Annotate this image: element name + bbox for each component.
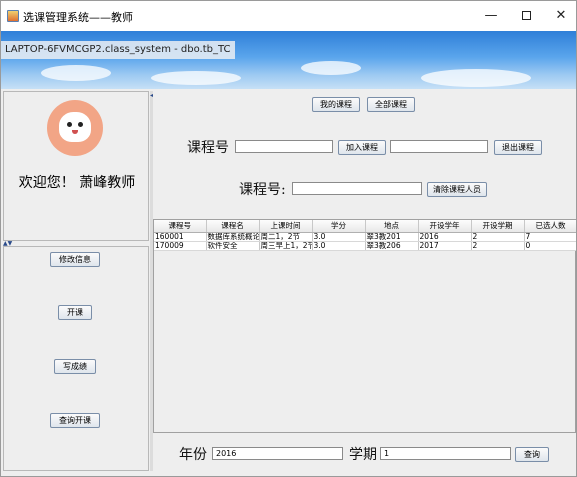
maximize-icon — [521, 11, 531, 20]
table-cell[interactable]: 2 — [471, 241, 525, 251]
year-input[interactable]: 2016 — [212, 447, 343, 460]
exit-course-button[interactable]: 退出课程 — [494, 140, 542, 155]
main-panel: 我的课程 全部课程 课程号 加入课程 退出课程 课程号: 清除课程人员 课程号 — [153, 91, 576, 471]
profile-panel: 欢迎您！ 萧峰教师 — [3, 91, 149, 241]
course-id-input[interactable] — [235, 140, 333, 153]
query-courses-button[interactable]: 查询开课 — [50, 413, 100, 428]
table-cell[interactable]: 软件安全 — [206, 241, 260, 251]
table-row[interactable]: 160001 数据库系统概论 周二1，2节 3.0 翠3教201 2016 2 … — [154, 232, 576, 242]
course-table[interactable]: 课程号 课程名 上课时间 学分 地点 开设学年 开设学期 已选人数 160001… — [153, 219, 576, 433]
term-input[interactable]: 1 — [380, 447, 511, 460]
filter-bar: 年份 2016 学期 1 查询 — [153, 434, 576, 471]
open-course-button[interactable]: 开课 — [58, 305, 92, 320]
column-header[interactable]: 上课时间 — [259, 220, 313, 233]
table-cell[interactable]: 2017 — [418, 241, 472, 251]
table-cell[interactable]: 170009 — [154, 241, 207, 251]
banner-cloud — [421, 69, 531, 87]
table-header-row: 课程号 课程名 上课时间 学分 地点 开设学年 开设学期 已选人数 — [154, 220, 576, 233]
table-cell[interactable]: 周三早上1，2节 — [259, 241, 313, 251]
table-cell[interactable]: 0 — [524, 241, 576, 251]
avatar-eye — [67, 122, 72, 127]
avatar-eye — [78, 122, 83, 127]
table-row[interactable]: 170009 软件安全 周三早上1，2节 3.0 翠3教206 2017 2 0 — [154, 241, 576, 251]
banner-cloud — [301, 61, 361, 75]
all-courses-button[interactable]: 全部课程 — [367, 97, 415, 112]
banner: LAPTOP-6FVMCGP2.class_system - dbo.tb_TC — [1, 31, 576, 89]
banner-cloud — [151, 71, 241, 85]
title-bar: 选课管理系统——教师 — ✕ — [1, 1, 576, 31]
minimize-button[interactable]: — — [471, 1, 511, 31]
column-header[interactable]: 地点 — [365, 220, 419, 233]
maximize-button[interactable] — [506, 1, 546, 31]
table-cell[interactable]: 周二1，2节 — [259, 232, 313, 242]
window-title: 选课管理系统——教师 — [23, 11, 133, 24]
course-id-label-2: 课程号: — [239, 182, 286, 198]
clear-students-button[interactable]: 清除课程人员 — [427, 182, 487, 197]
table-cell[interactable]: 2016 — [418, 232, 472, 242]
column-header[interactable]: 课程名 — [206, 220, 260, 233]
column-header[interactable]: 开设学年 — [418, 220, 472, 233]
year-label: 年份 — [179, 447, 207, 463]
connection-label: LAPTOP-6FVMCGP2.class_system - dbo.tb_TC — [1, 41, 235, 59]
welcome-text: 欢迎您！ 萧峰教师 — [18, 175, 136, 191]
action-panel: 修改信息 开课 写成绩 查询开课 — [3, 246, 149, 471]
banner-cloud — [41, 65, 111, 81]
table-cell[interactable]: 160001 — [154, 232, 207, 242]
clear-course-input[interactable] — [292, 182, 422, 195]
term-label: 学期 — [349, 447, 377, 463]
add-course-button[interactable]: 加入课程 — [338, 140, 386, 155]
column-header[interactable]: 学分 — [312, 220, 366, 233]
table-cell[interactable]: 7 — [524, 232, 576, 242]
course-id-label: 课程号 — [187, 140, 229, 156]
query-button[interactable]: 查询 — [515, 447, 549, 462]
app-icon — [7, 10, 19, 22]
table-cell[interactable]: 3.0 — [312, 232, 366, 242]
column-header[interactable]: 开设学期 — [471, 220, 525, 233]
table-cell[interactable]: 翠3教201 — [365, 232, 419, 242]
close-button[interactable]: ✕ — [541, 1, 576, 31]
edit-info-button[interactable]: 修改信息 — [50, 252, 100, 267]
column-header[interactable]: 已选人数 — [524, 220, 576, 233]
avatar-icon — [47, 100, 103, 156]
table-cell[interactable]: 3.0 — [312, 241, 366, 251]
table-cell[interactable]: 2 — [471, 232, 525, 242]
course-controls: 我的课程 全部课程 课程号 加入课程 退出课程 课程号: 清除课程人员 — [153, 91, 576, 219]
column-header[interactable]: 课程号 — [154, 220, 207, 233]
course-grid: 课程号 课程名 上课时间 学分 地点 开设学年 开设学期 已选人数 160001… — [154, 220, 576, 251]
table-cell[interactable]: 翠3教206 — [365, 241, 419, 251]
app-window: 选课管理系统——教师 — ✕ LAPTOP-6FVMCGP2.class_sys… — [0, 0, 577, 477]
avatar-face — [59, 112, 91, 142]
my-courses-button[interactable]: 我的课程 — [312, 97, 360, 112]
exit-course-input[interactable] — [390, 140, 488, 153]
enter-grades-button[interactable]: 写成绩 — [54, 359, 96, 374]
table-cell[interactable]: 数据库系统概论 — [206, 232, 260, 242]
